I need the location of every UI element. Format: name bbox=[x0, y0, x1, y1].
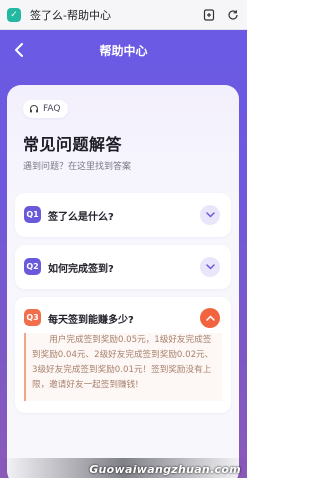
faq-tag-label: FAQ bbox=[43, 104, 61, 114]
faq-subheading: 遇到问题？在这里找到答案 bbox=[23, 162, 132, 172]
faq-item-q2[interactable]: Q2 如何完成签到? bbox=[15, 245, 231, 289]
browser-toolbar: ✓ 签了么-帮助中心 bbox=[0, 0, 247, 30]
help-center-page: 帮助中心 FAQ 常见问题解答 遇到问题？在这里找到答案 Q1 签了么是什么? … bbox=[0, 30, 247, 478]
q1-badge: Q1 bbox=[24, 206, 41, 223]
bookmark-add-icon[interactable] bbox=[199, 5, 219, 25]
watermark-text: Guowaiwangzhuan.com bbox=[89, 463, 241, 476]
q3-answer-text: 用户完成签到奖励0.05元，1级好友完成签到奖励0.04元、2级好友完成签到奖励… bbox=[32, 335, 214, 390]
faq-item-q1[interactable]: Q1 签了么是什么? bbox=[15, 193, 231, 237]
app-header: 帮助中心 bbox=[0, 30, 247, 70]
chevron-down-icon[interactable] bbox=[200, 205, 220, 225]
q2-badge: Q2 bbox=[24, 258, 41, 275]
q1-question: 签了么是什么? bbox=[48, 212, 114, 223]
page-title: 帮助中心 bbox=[99, 44, 148, 58]
refresh-icon[interactable] bbox=[223, 5, 243, 25]
q3-badge: Q3 bbox=[24, 309, 41, 326]
chevron-down-icon[interactable] bbox=[200, 257, 220, 277]
headset-icon bbox=[30, 105, 38, 113]
faq-tag: FAQ bbox=[23, 100, 69, 118]
q3-answer: 用户完成签到奖励0.05元，1级好友完成签到奖励0.04元、2级好友完成签到奖励… bbox=[24, 333, 222, 401]
faq-card: FAQ 常见问题解答 遇到问题？在这里找到答案 Q1 签了么是什么? Q2 如何… bbox=[7, 85, 239, 478]
browser-page-title: 签了么-帮助中心 bbox=[30, 8, 111, 22]
faq-heading: 常见问题解答 bbox=[23, 135, 123, 154]
chevron-up-icon[interactable] bbox=[200, 308, 220, 328]
watermark-bar: Guowaiwangzhuan.com bbox=[0, 458, 247, 478]
q3-question: 每天签到能赚多少? bbox=[48, 315, 134, 326]
shield-icon: ✓ bbox=[7, 7, 21, 22]
q2-question: 如何完成签到? bbox=[48, 264, 114, 275]
faq-item-q3[interactable]: Q3 每天签到能赚多少? 用户完成签到奖励0.05元，1级好友完成签到奖励0.0… bbox=[15, 297, 231, 413]
